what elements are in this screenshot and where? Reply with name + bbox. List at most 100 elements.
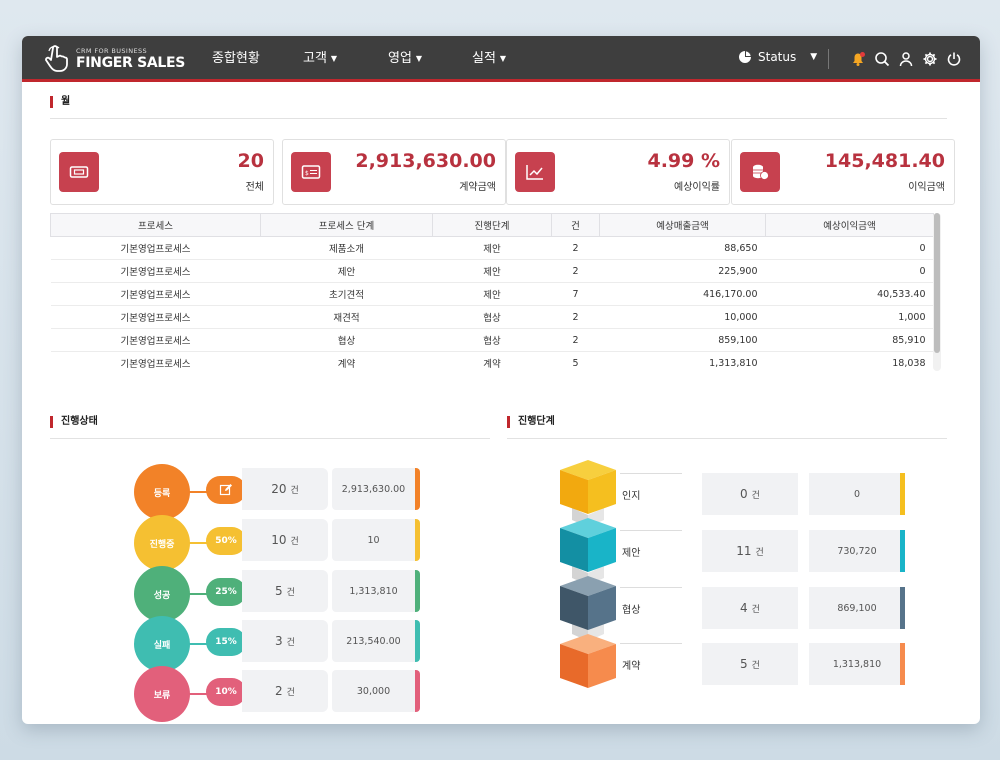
table-cell: 416,170.00 (599, 282, 766, 306)
stat-label: 계약금액 (459, 182, 496, 193)
count-unit: 건 (751, 660, 760, 671)
table-cell: 0 (765, 236, 934, 260)
count-unit: 건 (286, 687, 295, 698)
app-window: CRM FOR BUSINESS FINGER SALES 종합현황 고객 ▼ 영… (22, 36, 980, 724)
bell-icon[interactable] (846, 49, 870, 69)
status-circle: 등록 (134, 464, 190, 520)
top-navbar: CRM FOR BUSINESS FINGER SALES 종합현황 고객 ▼ 영… (22, 36, 980, 82)
count-unit: 건 (751, 490, 760, 501)
status-circle: 진행중 (134, 515, 190, 571)
stage-amount: 0 (809, 473, 905, 515)
table-cell: 초기견적 (260, 282, 433, 306)
status-row-success[interactable]: 25% 성공 5건 1,313,810 (134, 566, 420, 622)
table-cell: 재견적 (260, 305, 433, 329)
stat-label: 예상이익률 (674, 182, 720, 193)
count-value: 10 (271, 533, 287, 547)
table-scrollbar-thumb[interactable] (934, 213, 940, 353)
table-header-row: 프로세스 프로세스 단계 진행단계 건 예상매출금액 예상이익금액 (50, 213, 934, 237)
stat-value: 145,481.40 (824, 150, 945, 172)
status-count: 2건 (242, 670, 328, 712)
column-header[interactable]: 예상매출금액 (599, 213, 766, 237)
pie-chart-icon (739, 51, 751, 63)
table-cell: 제안 (432, 236, 552, 260)
divider (507, 438, 947, 439)
stage-count[interactable]: 4건 (702, 587, 798, 629)
stage-label: 인지 (622, 491, 641, 502)
table-row[interactable]: 기본영업프로세스 초기견적 제안 7 416,170.00 40,533.40 (50, 282, 934, 306)
table-cell: 2 (551, 236, 600, 260)
status-circle: 실패 (134, 616, 190, 672)
table-row[interactable]: 기본영업프로세스 계약 계약 5 1,313,810 18,038 (50, 351, 934, 371)
nav-item-sales[interactable]: 영업 ▼ (388, 36, 472, 82)
table-cell: 기본영업프로세스 (50, 282, 261, 306)
table-cell: 7 (551, 282, 600, 306)
stage-color-bar (900, 530, 905, 572)
table-row[interactable]: 기본영업프로세스 협상 협상 2 859,100 85,910 (50, 328, 934, 352)
edit-icon (206, 476, 246, 504)
count-unit: 건 (751, 604, 760, 615)
nav-item-performance[interactable]: 실적 ▼ (472, 36, 552, 82)
nav-item-overview[interactable]: 종합현황 (212, 36, 303, 82)
stat-card-profit-amount: 145,481.40 이익금액 (731, 139, 955, 205)
divider (50, 118, 947, 119)
stat-value: 20 (237, 150, 264, 172)
count-unit: 건 (286, 587, 295, 598)
divider (620, 530, 682, 531)
user-icon[interactable] (894, 49, 918, 69)
table-cell: 제안 (432, 282, 552, 306)
count-value: 3 (275, 634, 283, 648)
svg-text:$: $ (305, 170, 309, 177)
stage-amount: 1,313,810 (809, 643, 905, 685)
cube-negotiation (560, 576, 616, 630)
stat-label: 전체 (245, 182, 264, 193)
status-amount: 10 (332, 519, 420, 561)
caret-down-icon: ▼ (415, 54, 423, 63)
status-row-registered[interactable]: 등록 20 건 2,913,630.00 (134, 464, 420, 520)
table-row[interactable]: 기본영업프로세스 제안 제안 2 225,900 0 (50, 259, 934, 283)
stat-value: 4.99 % (647, 150, 720, 172)
stage-amount: 730,720 (809, 530, 905, 572)
table-cell: 기본영업프로세스 (50, 328, 261, 352)
status-row-in-progress[interactable]: 50% 진행중 10 건 10 (134, 515, 420, 571)
column-header[interactable]: 프로세스 (50, 213, 261, 237)
table-cell: 2 (551, 328, 600, 352)
card-icon: $ (291, 152, 331, 192)
table-row[interactable]: 기본영업프로세스 재견적 협상 2 10,000 1,000 (50, 305, 934, 329)
count-value: 4 (740, 601, 748, 615)
table-cell: 18,038 (765, 351, 934, 371)
header-icons (846, 49, 966, 69)
search-icon[interactable] (870, 49, 894, 69)
count-value: 5 (740, 657, 748, 671)
nav-item-customer[interactable]: 고객 ▼ (303, 36, 388, 82)
stat-value: 2,913,630.00 (355, 150, 496, 172)
status-row-on-hold[interactable]: 10% 보류 2건 30,000 (134, 666, 420, 722)
stage-color-bar (900, 473, 905, 515)
stage-count[interactable]: 11 건 (702, 530, 798, 572)
caret-down-icon: ▼ (330, 54, 338, 63)
table-cell: 85,910 (765, 328, 934, 352)
percent-badge: 10% (206, 678, 246, 706)
status-row-failed[interactable]: 15% 실패 3건 213,540.00 (134, 616, 420, 672)
nav-label: 종합현황 (212, 51, 260, 66)
section-title-progress-status: 진행상태 (50, 416, 98, 428)
column-header[interactable]: 프로세스 단계 (260, 213, 433, 237)
cube-contract (560, 634, 616, 688)
column-header[interactable]: 진행단계 (432, 213, 552, 237)
section-title-progress-stage: 진행단계 (507, 416, 555, 428)
count-value: 11 (736, 544, 752, 558)
column-header[interactable]: 건 (551, 213, 600, 237)
status-label: Status (758, 50, 797, 64)
power-icon[interactable] (942, 49, 966, 69)
cube-proposal (560, 518, 616, 572)
gear-icon[interactable] (918, 49, 942, 69)
stage-count[interactable]: 0건 (702, 473, 798, 515)
table-cell: 기본영업프로세스 (50, 259, 261, 283)
status-dropdown[interactable]: Status ▼ (738, 50, 817, 64)
table-cell: 859,100 (599, 328, 766, 352)
column-header[interactable]: 예상이익금액 (765, 213, 934, 237)
brand-logo[interactable]: CRM FOR BUSINESS FINGER SALES (44, 45, 185, 73)
count-value: 20 (271, 482, 287, 496)
table-row[interactable]: 기본영업프로세스 제품소개 제안 2 88,650 0 (50, 236, 934, 260)
main-nav: 종합현황 고객 ▼ 영업 ▼ 실적 ▼ (212, 36, 552, 82)
stage-count[interactable]: 5건 (702, 643, 798, 685)
